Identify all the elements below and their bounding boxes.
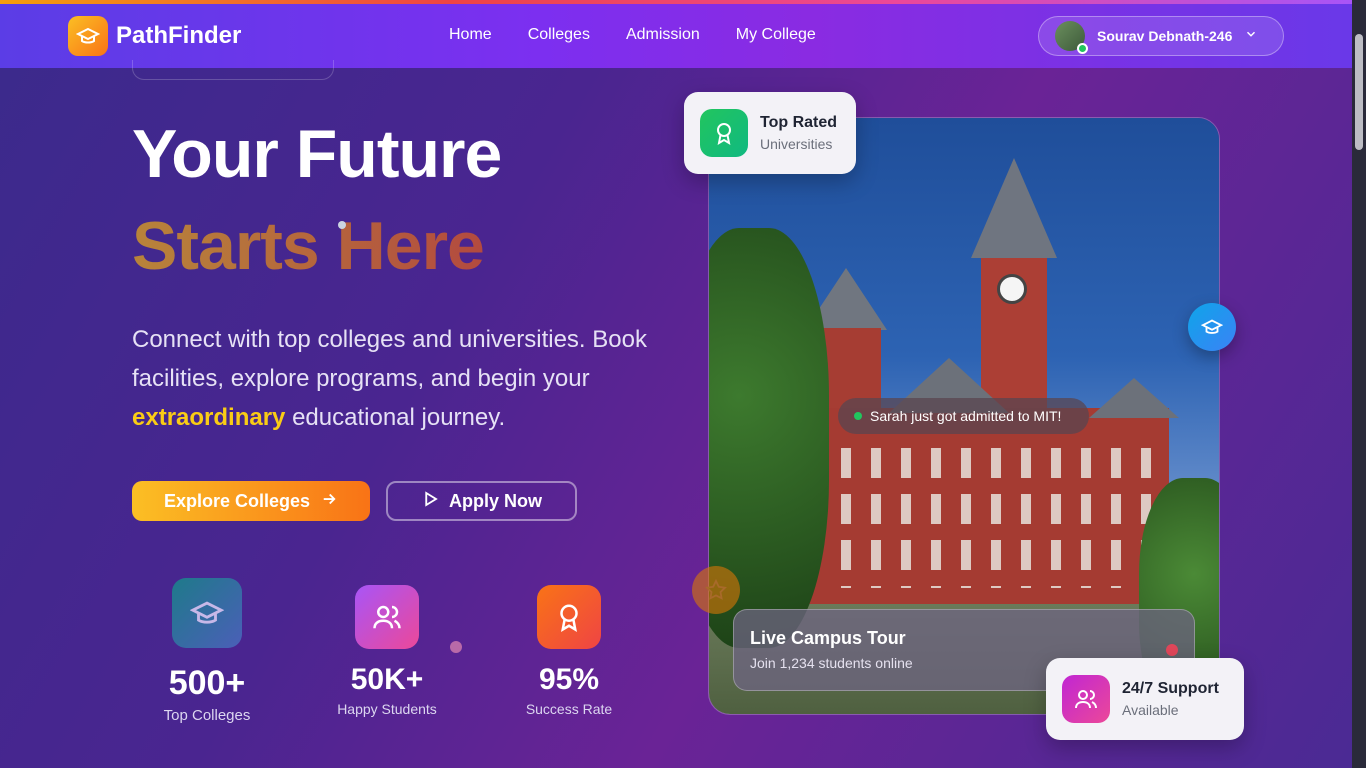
support-title: 24/7 Support [1122, 680, 1219, 697]
stat-label: Happy Students [337, 701, 437, 717]
support-subtitle: Available [1122, 702, 1179, 718]
graduation-cap-icon [68, 16, 108, 56]
explore-colleges-button[interactable]: Explore Colleges [132, 481, 370, 521]
scrollbar[interactable] [1352, 0, 1366, 768]
tour-title: Live Campus Tour [750, 628, 906, 648]
avatar [1055, 21, 1088, 54]
graduation-cap-icon [1188, 303, 1236, 351]
desc-text: Connect with top colleges and universiti… [132, 326, 647, 392]
graduation-cap-icon [172, 578, 242, 648]
apply-now-button[interactable]: Apply Now [386, 481, 577, 521]
top-rated-card: Top Rated Universities [684, 92, 856, 174]
scrollbar-thumb[interactable] [1355, 34, 1363, 150]
clock-icon [997, 274, 1027, 304]
desc-text-end: educational journey. [285, 404, 506, 431]
users-icon [1062, 675, 1110, 723]
desc-highlight: extraordinary [132, 404, 286, 431]
stat-label: Top Colleges [163, 707, 251, 724]
top-rated-title: Top Rated [760, 114, 838, 131]
status-dot [854, 412, 862, 420]
support-card[interactable]: 24/7 Support Available [1046, 658, 1244, 740]
apply-label: Apply Now [449, 490, 542, 511]
decorative-dot [450, 641, 462, 653]
play-icon [421, 490, 439, 513]
brand-name: PathFinder [116, 22, 242, 49]
stat-success: 95% Success Rate [514, 585, 624, 717]
stat-value: 500+ [168, 664, 246, 702]
award-icon [537, 585, 601, 649]
admission-toast: Sarah just got admitted to MIT! [838, 398, 1089, 434]
chevron-down-icon [1244, 27, 1258, 46]
star-icon [692, 566, 740, 614]
stat-value: 95% [538, 663, 600, 696]
nav-my-college[interactable]: My College [736, 26, 816, 44]
explore-label: Explore Colleges [163, 490, 311, 511]
nav-colleges[interactable]: Colleges [528, 26, 590, 44]
navbar: PathFinder Home Colleges Admission My Co… [0, 4, 1352, 68]
award-icon [700, 109, 748, 157]
stat-colleges: 500+ Top Colleges [152, 578, 262, 724]
user-name: Sourav Debnath-246 [1097, 28, 1233, 44]
hero-description: Connect with top colleges and universiti… [132, 320, 672, 437]
hero-title-line1: Your Future [132, 116, 502, 192]
users-icon [355, 585, 419, 649]
sparkle-dot [338, 221, 346, 229]
stat-value: 50K+ [350, 663, 424, 696]
hero-title-line2: Starts Here [132, 208, 485, 284]
user-menu[interactable]: Sourav Debnath-246 [1038, 16, 1284, 56]
live-indicator [1166, 644, 1178, 656]
main-menu: Home Colleges Admission My College [449, 26, 816, 44]
online-status-dot [1077, 43, 1088, 54]
nav-home[interactable]: Home [449, 26, 492, 44]
stat-label: Success Rate [525, 701, 613, 717]
top-rated-sub: Universities [760, 136, 833, 152]
stat-students: 50K+ Happy Students [330, 585, 444, 717]
brand-logo[interactable]: PathFinder [68, 16, 241, 56]
arrow-right-icon [320, 490, 338, 513]
faded-pill [132, 60, 334, 80]
toast-text: Sarah just got admitted to MIT! [870, 408, 1062, 424]
nav-admission[interactable]: Admission [626, 26, 700, 44]
